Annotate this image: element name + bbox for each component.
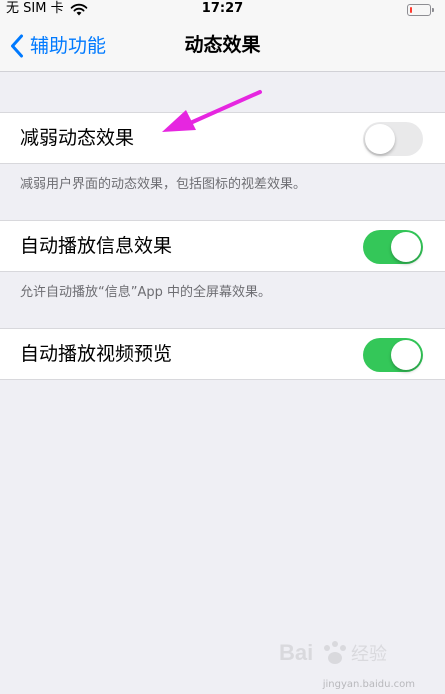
auto-play-message-effects-toggle[interactable] (363, 230, 423, 264)
status-bar: 无 SIM 卡 17:27 (0, 0, 445, 20)
toggle-knob (391, 232, 421, 262)
battery-icon (407, 4, 434, 16)
setting-footer: 允许自动播放“信息”App 中的全屏幕效果。 (20, 285, 271, 300)
watermark-url: jingyan.baidu.com (322, 679, 415, 690)
setting-label: 减弱动态效果 (20, 127, 135, 149)
setting-label: 自动播放视频预览 (20, 343, 173, 365)
toggle-knob (391, 340, 421, 370)
svg-text:Bai: Bai (279, 640, 313, 665)
setting-footer: 减弱用户界面的动态效果，包括图标的视差效果。 (20, 177, 307, 192)
arrow-icon (162, 90, 262, 132)
reduce-motion-toggle[interactable] (363, 122, 423, 156)
toggle-knob (365, 124, 395, 154)
svg-text:经验: 经验 (351, 644, 387, 665)
setting-row-auto-play-video-previews: 自动播放视频预览 (0, 328, 445, 380)
setting-label: 自动播放信息效果 (20, 235, 173, 257)
status-time: 17:27 (201, 1, 244, 16)
baidu-watermark-logo: Bai 经验 (279, 640, 387, 665)
nav-bar: 辅助功能 动态效果 (0, 20, 445, 72)
auto-play-video-previews-toggle[interactable] (363, 338, 423, 372)
battery-level-fill (410, 7, 412, 13)
setting-row-auto-play-message-effects: 自动播放信息效果 (0, 220, 445, 272)
page-title: 动态效果 (184, 34, 261, 56)
screen: 无 SIM 卡 17:27 辅助功能 动态效果 减弱动态效果 减弱用户界面的动态… (0, 0, 445, 694)
